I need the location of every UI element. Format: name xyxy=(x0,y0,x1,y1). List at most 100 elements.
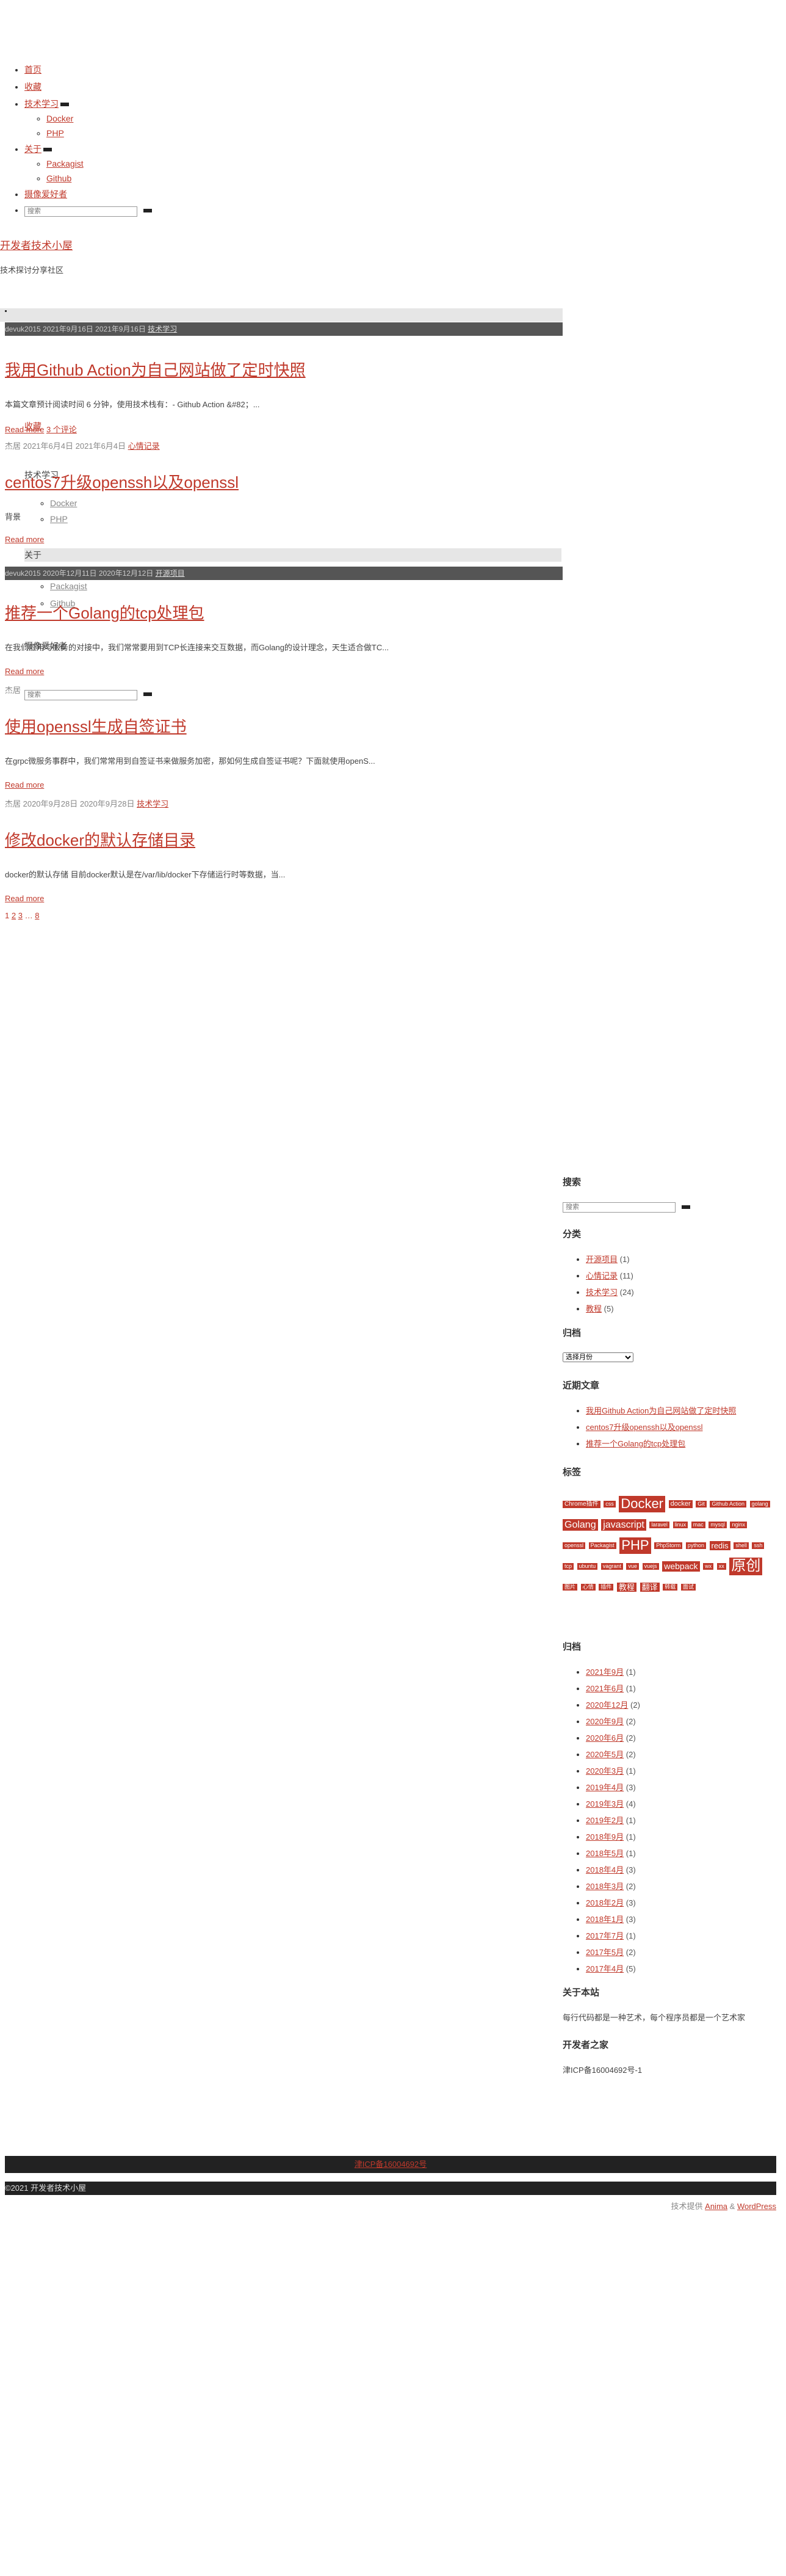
tag-link[interactable]: Docker xyxy=(619,1496,666,1512)
archive-link[interactable]: 2020年12月 xyxy=(586,1700,628,1710)
overlay-nav-link-docker[interactable]: Docker xyxy=(50,498,77,508)
archive-link[interactable]: 2020年5月 xyxy=(586,1750,624,1759)
read-more-link[interactable]: Read more xyxy=(5,894,44,903)
archive-link[interactable]: 2018年1月 xyxy=(586,1915,624,1924)
archive-link[interactable]: 2017年5月 xyxy=(586,1948,624,1957)
tag-link[interactable]: tcp xyxy=(563,1563,574,1570)
read-more-link[interactable]: Read more xyxy=(5,667,44,676)
tag-link[interactable]: vue xyxy=(626,1563,639,1570)
tag-link[interactable]: mac xyxy=(691,1522,705,1528)
tag-link[interactable]: 教程 xyxy=(616,1582,636,1592)
tag-link[interactable]: webpack xyxy=(662,1561,700,1572)
archive-link[interactable]: 2021年6月 xyxy=(586,1684,624,1693)
post-title-link[interactable]: centos7升级openssh以及openssl xyxy=(5,473,239,492)
tag-link[interactable]: javascript xyxy=(601,1518,646,1531)
read-more-link[interactable]: Read more xyxy=(5,535,44,544)
overlay-nav-link-packagist[interactable]: Packagist xyxy=(50,581,87,591)
search-icon[interactable] xyxy=(681,1205,690,1209)
archive-link[interactable]: 2017年7月 xyxy=(586,1931,624,1940)
archive-link[interactable]: 2019年3月 xyxy=(586,1799,624,1809)
category-link[interactable]: 教程 xyxy=(586,1304,602,1313)
nav-link-home[interactable]: 首页 xyxy=(24,65,41,74)
tag-link[interactable]: nginx xyxy=(730,1522,747,1528)
tag-link[interactable]: 翻译 xyxy=(640,1582,660,1592)
wordpress-link[interactable]: WordPress xyxy=(737,2202,776,2211)
post-title-link[interactable]: 推荐一个Golang的tcp处理包 xyxy=(5,604,204,622)
archive-link[interactable]: 2018年5月 xyxy=(586,1849,624,1858)
nav-link-about[interactable]: 关于 xyxy=(24,144,41,154)
recent-post-link[interactable]: 我用Github Action为自己网站做了定时快照 xyxy=(586,1406,736,1415)
tag-link[interactable]: Github Action xyxy=(710,1501,746,1508)
tag-link[interactable]: Golang xyxy=(563,1518,598,1531)
page-link[interactable]: 2 xyxy=(12,911,16,920)
chevron-down-icon[interactable] xyxy=(43,148,52,152)
category-link[interactable]: 技术学习 xyxy=(586,1288,618,1297)
nav-link-github[interactable]: Github xyxy=(46,173,71,183)
nav-search-input[interactable] xyxy=(24,206,137,217)
post-title-link[interactable]: 我用Github Action为自己网站做了定时快照 xyxy=(5,361,306,379)
tag-link[interactable]: 转载 xyxy=(663,1584,678,1591)
tag-link[interactable]: PHP xyxy=(619,1537,651,1554)
archive-link[interactable]: 2018年3月 xyxy=(586,1882,624,1891)
tag-link[interactable]: laravel xyxy=(649,1522,669,1528)
tag-link[interactable]: shell xyxy=(734,1542,749,1549)
category-link[interactable]: 开源项目 xyxy=(586,1255,618,1264)
tag-link[interactable]: css xyxy=(604,1501,616,1508)
archive-link[interactable]: 2018年2月 xyxy=(586,1898,624,1907)
post-meta-category[interactable]: 技术学习 xyxy=(137,799,168,808)
site-title-link[interactable]: 开发者技术小屋 xyxy=(0,240,73,252)
category-link[interactable]: 心情记录 xyxy=(586,1271,618,1280)
sidebar-search-input[interactable] xyxy=(563,1202,676,1213)
comments-link[interactable]: 3 个评论 xyxy=(46,425,77,434)
nav-link-docker[interactable]: Docker xyxy=(46,114,73,123)
nav-link-photography[interactable]: 摄像爱好者 xyxy=(24,189,67,199)
tag-link[interactable]: redis xyxy=(709,1540,730,1551)
archive-link[interactable]: 2018年9月 xyxy=(586,1832,624,1841)
tag-link[interactable]: 图片 xyxy=(563,1584,578,1591)
archive-link[interactable]: 2020年3月 xyxy=(586,1766,624,1776)
archive-link[interactable]: 2020年6月 xyxy=(586,1733,624,1743)
post-meta-bar-category[interactable]: 开源项目 xyxy=(156,569,185,578)
tag-link[interactable]: vagrant xyxy=(600,1563,623,1570)
tag-link[interactable]: python xyxy=(685,1542,706,1549)
tag-link[interactable]: Packagist xyxy=(588,1542,616,1549)
recent-post-link[interactable]: 推荐一个Golang的tcp处理包 xyxy=(586,1439,685,1448)
archive-select[interactable]: 选择月份 xyxy=(563,1352,633,1362)
tag-link[interactable]: golang xyxy=(749,1501,770,1508)
archive-link[interactable]: 2019年2月 xyxy=(586,1816,624,1825)
overlay-nav-link-about[interactable]: 关于 xyxy=(24,550,41,560)
read-more-link[interactable]: Read more xyxy=(5,780,44,789)
footer-icp-link[interactable]: 津ICP备16004692号 xyxy=(355,2160,427,2169)
nav-link-php[interactable]: PHP xyxy=(46,128,64,138)
tag-link[interactable]: Git xyxy=(696,1501,707,1508)
tag-link[interactable]: ssh xyxy=(752,1542,765,1549)
archive-link[interactable]: 2021年9月 xyxy=(586,1667,624,1677)
tag-link[interactable]: PhpStorm xyxy=(654,1542,683,1549)
archive-link[interactable]: 2019年4月 xyxy=(586,1783,624,1792)
post-meta-category[interactable]: 心情记录 xyxy=(128,441,160,451)
tag-link[interactable]: linux xyxy=(672,1522,688,1528)
tag-link[interactable]: vuejs xyxy=(642,1563,659,1570)
overlay-nav-link-collection[interactable]: 收藏 xyxy=(24,421,41,431)
recent-post-link[interactable]: centos7升级openssh以及openssl xyxy=(586,1423,703,1432)
tag-link[interactable]: ubuntu xyxy=(577,1563,598,1570)
page-link[interactable]: 8 xyxy=(35,911,39,920)
tag-link[interactable]: wx xyxy=(703,1563,714,1570)
chevron-down-icon[interactable] xyxy=(60,103,69,107)
tag-link[interactable]: docker xyxy=(668,1500,693,1509)
tag-link[interactable]: 心情 xyxy=(580,1584,596,1591)
theme-link[interactable]: Anima xyxy=(705,2202,727,2211)
overlay-search-input[interactable] xyxy=(24,689,137,700)
tag-link[interactable]: mysql xyxy=(708,1522,727,1528)
nav-link-collection[interactable]: 收藏 xyxy=(24,82,41,92)
tag-link[interactable]: 原创 xyxy=(729,1558,763,1575)
tag-link[interactable]: Chrome插件 xyxy=(563,1500,600,1508)
tag-link[interactable]: 插件 xyxy=(599,1584,614,1591)
archive-link[interactable]: 2018年4月 xyxy=(586,1865,624,1874)
page-link[interactable]: 3 xyxy=(18,911,23,920)
tag-link[interactable]: xx xyxy=(716,1563,726,1570)
nav-link-tech[interactable]: 技术学习 xyxy=(24,99,59,109)
post-title-link[interactable]: 修改docker的默认存储目录 xyxy=(5,831,195,849)
post-meta-bar-category[interactable]: 技术学习 xyxy=(148,325,177,333)
archive-link[interactable]: 2017年4月 xyxy=(586,1964,624,1973)
